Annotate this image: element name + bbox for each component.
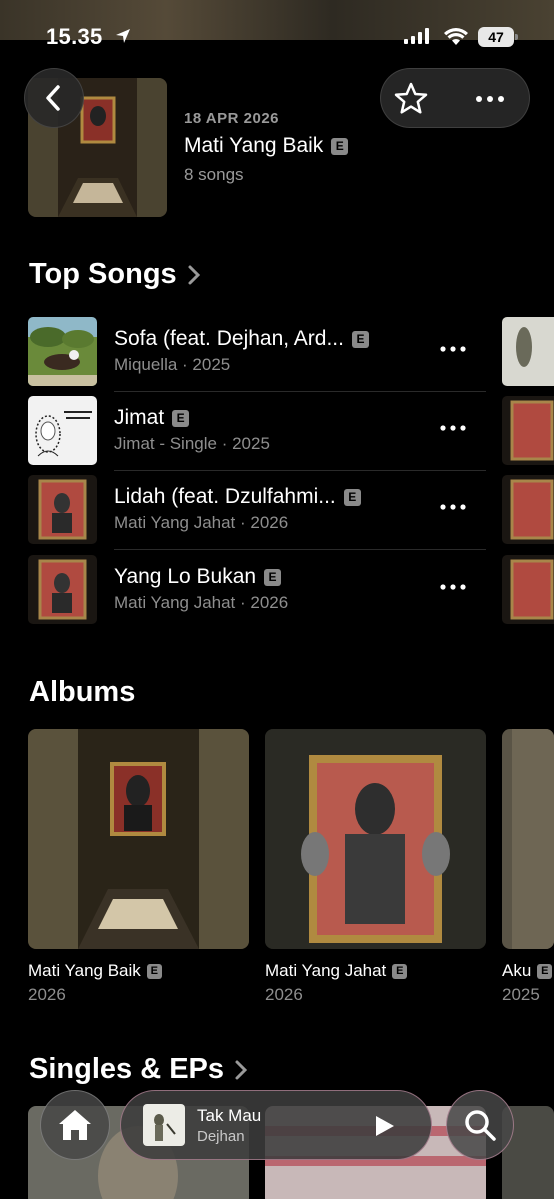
song-row[interactable]: Jimat E Jimat - Single · 2025 [28, 396, 498, 476]
explicit-badge: E [343, 488, 361, 506]
explicit-badge: E [392, 963, 408, 979]
play-icon[interactable] [373, 1115, 395, 1137]
next-page-artwork[interactable] [502, 317, 554, 386]
albums-heading-text: Albums [29, 676, 136, 708]
mini-player[interactable]: Tak Mau Dejhan [120, 1090, 432, 1160]
now-playing-artwork [143, 1104, 185, 1146]
chevron-left-icon [46, 85, 60, 111]
now-playing-artist: Dejhan [197, 1128, 245, 1145]
more-options-icon[interactable] [440, 422, 466, 434]
album-year: 2025 [502, 985, 540, 1004]
battery-indicator: 47 [478, 27, 518, 47]
top-songs-heading-text: Top Songs [29, 258, 177, 290]
more-options-icon[interactable] [440, 343, 466, 355]
explicit-badge: E [172, 409, 190, 427]
song-title: Yang Lo Bukan E [114, 565, 282, 589]
song-artwork [28, 396, 97, 465]
albums-heading: Albums [29, 676, 135, 709]
album-title-text: Aku [502, 961, 532, 980]
song-artwork [28, 475, 97, 544]
album-title-text: Mati Yang Jahat [265, 961, 387, 980]
album-title: Aku E [502, 961, 554, 981]
singles-heading-text: Singles & EPs [29, 1053, 225, 1085]
singles-heading[interactable]: Singles & EPs [29, 1053, 248, 1086]
next-page-artwork[interactable] [502, 555, 554, 624]
row-divider [114, 470, 486, 471]
song-title-text: Sofa (feat. Dejhan, Ard... [114, 327, 344, 350]
status-time: 15.35 [46, 24, 103, 49]
next-page-artwork[interactable] [502, 475, 554, 544]
song-title-text: Jimat [114, 406, 165, 429]
album-card[interactable]: Aku E 2025 [502, 729, 554, 1005]
song-subtitle: Jimat - Single · 2025 [114, 434, 270, 453]
wifi-icon [444, 28, 468, 45]
song-artwork [28, 555, 97, 624]
chevron-right-icon [235, 1060, 248, 1079]
song-artwork [28, 317, 97, 386]
star-icon[interactable] [393, 81, 429, 117]
search-icon [465, 1110, 496, 1141]
more-options-icon[interactable] [440, 501, 466, 513]
song-title: Sofa (feat. Dejhan, Ard... E [114, 327, 369, 351]
status-bar: 15.35 47 [0, 0, 554, 62]
explicit-badge: E [331, 137, 349, 155]
home-tab-button[interactable] [40, 1090, 110, 1160]
chevron-right-icon [188, 265, 200, 284]
song-subtitle: Mati Yang Jahat · 2026 [114, 593, 289, 612]
more-options-icon[interactable] [440, 581, 466, 593]
album-artwork [28, 729, 249, 949]
song-row[interactable]: Lidah (feat. Dzulfahmi... E Mati Yang Ja… [28, 475, 498, 555]
song-title: Jimat E [114, 406, 190, 430]
release-title[interactable]: Mati Yang Baik E [184, 134, 349, 158]
song-title: Lidah (feat. Dzulfahmi... E [114, 485, 361, 509]
header-actions [380, 68, 530, 128]
release-title-text: Mati Yang Baik [184, 134, 324, 157]
song-subtitle: Mati Yang Jahat · 2026 [114, 513, 289, 532]
song-row[interactable]: Sofa (feat. Dejhan, Ard... E Miquella · … [28, 317, 498, 397]
row-divider [114, 391, 486, 392]
release-date: 18 APR 2026 [184, 110, 280, 127]
song-title-text: Yang Lo Bukan [114, 565, 257, 588]
explicit-badge: E [146, 963, 162, 979]
home-icon [59, 1110, 91, 1140]
back-button[interactable] [24, 68, 84, 128]
album-title-text: Mati Yang Baik [28, 961, 141, 980]
song-row[interactable]: Yang Lo Bukan E Mati Yang Jahat · 2026 [28, 555, 498, 635]
explicit-badge: E [264, 568, 282, 586]
search-tab-button[interactable] [446, 1090, 514, 1160]
song-subtitle: Miquella · 2025 [114, 355, 231, 374]
explicit-badge: E [351, 330, 369, 348]
now-playing-title: Tak Mau [197, 1106, 262, 1125]
album-artwork [265, 729, 486, 949]
cellular-signal-icon [404, 28, 429, 44]
row-divider [114, 549, 486, 550]
album-year: 2026 [265, 985, 303, 1004]
album-title: Mati Yang Jahat E [265, 961, 486, 981]
song-title-text: Lidah (feat. Dzulfahmi... [114, 485, 336, 508]
top-songs-heading[interactable]: Top Songs [29, 258, 201, 291]
explicit-badge: E [537, 963, 553, 979]
release-song-count: 8 songs [184, 165, 244, 184]
location-arrow-icon [116, 29, 130, 43]
album-title: Mati Yang Baik E [28, 961, 249, 981]
album-card[interactable]: Mati Yang Baik E 2026 [28, 729, 249, 1005]
more-options-icon[interactable] [475, 85, 505, 113]
album-card[interactable]: Mati Yang Jahat E 2026 [265, 729, 486, 1005]
next-page-artwork[interactable] [502, 396, 554, 465]
album-year: 2026 [28, 985, 66, 1004]
album-artwork [502, 729, 554, 949]
